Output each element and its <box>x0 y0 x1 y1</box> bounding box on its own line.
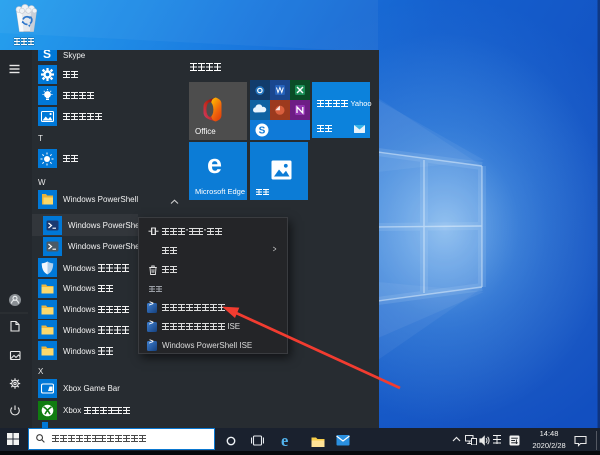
svg-text:S: S <box>259 125 266 136</box>
